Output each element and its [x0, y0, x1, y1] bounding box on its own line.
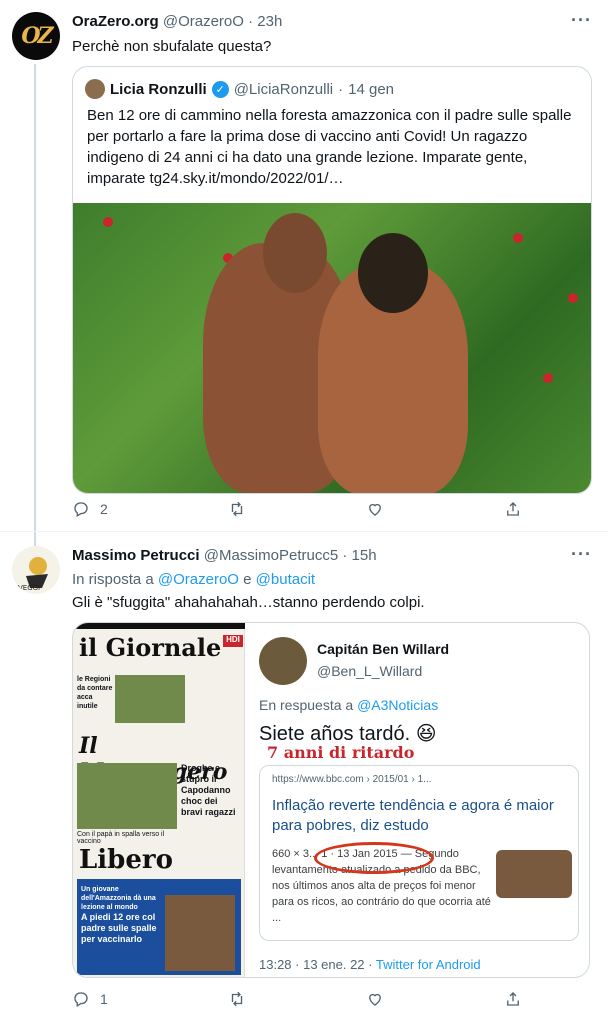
- quote-author-name: Licia Ronzulli: [110, 80, 207, 98]
- retweet-button[interactable]: [228, 500, 246, 518]
- tweet-image[interactable]: il Giornale HDI le Regioni da contare ac…: [72, 622, 590, 978]
- avatar[interactable]: VEGGI: [12, 546, 60, 594]
- tweet-header: OraZero.org @OrazeroO · 23h: [72, 13, 283, 30]
- paper-headline: Droghe e stupro il Capodanno choc dei br…: [181, 763, 236, 817]
- author-name[interactable]: OraZero.org: [72, 13, 159, 30]
- verified-icon: ✓: [211, 80, 229, 98]
- paper-headline: le Regioni da contare acca inutile: [77, 676, 113, 710]
- quote-text: Ben 12 ore di cammino nella foresta amaz…: [87, 107, 572, 187]
- quoted-tweet[interactable]: Licia Ronzulli ✓ @LiciaRonzulli · 14 gen…: [72, 66, 592, 494]
- paper-badge: HDI: [223, 635, 243, 647]
- avatar: [85, 79, 105, 99]
- divider: [0, 531, 608, 532]
- mention-link[interactable]: @butacit: [256, 571, 315, 588]
- quote-photo[interactable]: [73, 203, 591, 493]
- share-button[interactable]: [504, 500, 522, 518]
- embedded-reply-context: En respuesta a @A3Noticias: [259, 697, 438, 713]
- heart-icon: [368, 503, 381, 516]
- more-icon[interactable]: ···: [571, 10, 592, 31]
- svg-text:VEGGI: VEGGI: [18, 584, 40, 592]
- tweet-time[interactable]: 15h: [352, 547, 377, 564]
- heart-icon: [368, 993, 381, 1006]
- paper-kicker: Un giovane dell'Amazzonia dà una lezione…: [81, 886, 156, 911]
- reply-icon: [74, 502, 88, 517]
- like-button[interactable]: [366, 500, 384, 518]
- reply-count: 2: [100, 501, 108, 517]
- retweet-icon: [231, 501, 243, 517]
- card-title: Inflação reverte tendência e agora é mai…: [272, 797, 554, 834]
- newspaper-collage: il Giornale HDI le Regioni da contare ac…: [73, 623, 245, 977]
- paper-caption: Con il papà in spalla verso il vaccino: [77, 831, 165, 845]
- paper-title: il Giornale: [79, 633, 222, 662]
- paper-title: Il Messaggero: [79, 733, 228, 785]
- embedded-footer: 13:28 · 13 ene. 22 · Twitter for Android: [259, 957, 481, 972]
- link-card: https://www.bbc.com › 2015/01 › 1... Inf…: [259, 765, 579, 941]
- share-icon: [507, 992, 519, 1006]
- like-button[interactable]: [366, 990, 384, 1008]
- quote-time: 14 gen: [348, 80, 395, 98]
- retweet-button[interactable]: [228, 990, 246, 1008]
- paper-headline-text: A piedi 12 ore col padre sulle spalle pe…: [81, 912, 157, 944]
- retweet-icon: [231, 991, 243, 1007]
- thread-line: [34, 64, 36, 532]
- card-snippet: 660 × 3... 1 · 13 Jan 2015 — Segundo lev…: [272, 848, 491, 924]
- paper-title: Libero: [79, 845, 173, 875]
- overlay-text: 7 anni di ritardo: [267, 743, 415, 762]
- mention-link[interactable]: @OrazeroO: [158, 571, 239, 588]
- tweet-actions: 1: [72, 990, 522, 1008]
- quote-header: Licia Ronzulli ✓ @LiciaRonzulli · 14 gen: [85, 79, 394, 99]
- more-icon[interactable]: ···: [571, 544, 592, 565]
- share-button[interactable]: [504, 990, 522, 1008]
- embedded-source: Twitter for Android: [375, 957, 481, 972]
- tweet-time[interactable]: 23h: [257, 13, 282, 30]
- embedded-mention: @A3Noticias: [357, 697, 439, 713]
- paper-headline: Un giovane dell'Amazzonia dà una lezione…: [81, 885, 161, 945]
- tweet-actions: 2: [72, 500, 522, 518]
- reply-prefix: In risposta a: [72, 571, 154, 588]
- embedded-time: 13:28 · 13 ene. 22 ·: [259, 957, 373, 972]
- author-name[interactable]: Massimo Petrucci: [72, 547, 200, 564]
- author-handle[interactable]: @MassimoPetrucc5: [204, 547, 338, 564]
- reply-count: 1: [100, 991, 108, 1007]
- author-handle[interactable]: @OrazeroO: [163, 13, 244, 30]
- reply-icon: [74, 992, 88, 1007]
- reply-context: In risposta a @OrazeroO e @butacit: [72, 570, 315, 590]
- tweet-header: Massimo Petrucci @MassimoPetrucc5 · 15h: [72, 547, 377, 564]
- tweet-text: Perchè non sbufalate questa?: [72, 38, 272, 55]
- avatar[interactable]: OZ: [12, 12, 60, 60]
- tweet-orazero[interactable]: OZ OraZero.org @OrazeroO · 23h ··· Perch…: [0, 0, 608, 532]
- reply-button[interactable]: 1: [72, 990, 108, 1008]
- reply-and: e: [243, 571, 252, 588]
- share-icon: [507, 502, 519, 516]
- reply-button[interactable]: 2: [72, 500, 108, 518]
- embedded-author-handle: @Ben_L_Willard: [317, 663, 423, 679]
- card-url: https://www.bbc.com › 2015/01 › 1...: [272, 774, 432, 785]
- quote-author-handle: @LiciaRonzulli: [233, 80, 334, 98]
- highlight-circle: [314, 842, 434, 874]
- tweet-text: Gli è "sfuggita" ahahahahah…stanno perde…: [72, 594, 425, 611]
- embedded-author-name: Capitán Ben Willard: [317, 641, 450, 657]
- embedded-tweet: Capitán Ben Willard @Ben_L_Willard En re…: [253, 623, 589, 977]
- thread-line: [34, 532, 36, 546]
- embedded-text: Siete años tardó. 😆: [259, 723, 437, 745]
- embedded-reply-prefix: En respuesta a: [259, 697, 354, 713]
